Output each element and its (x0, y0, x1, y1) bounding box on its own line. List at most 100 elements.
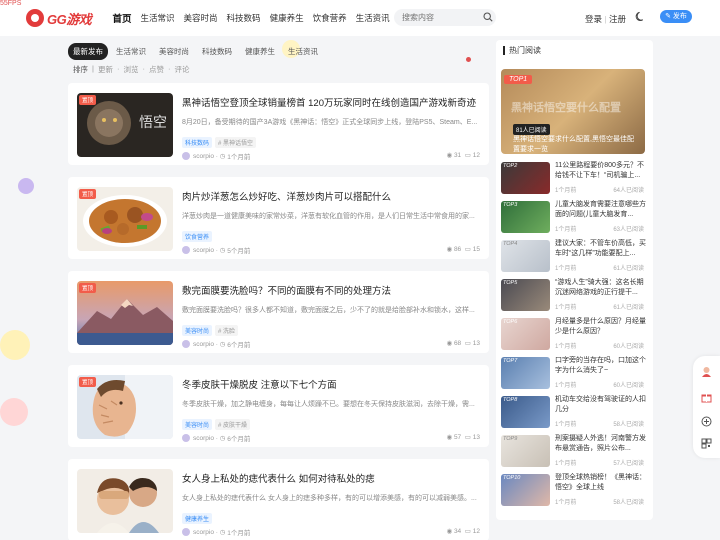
hot-item[interactable]: TOP9 刑案摄疑人外逃！河南警方发布悬赏通告，照片公布... 1个月前 57人已… (501, 434, 648, 470)
hot-title[interactable]: 儿童大脑发育需要注意哪些方面的问题(儿童大脑发育... (555, 200, 647, 220)
category-tag[interactable]: 美容时尚 (182, 419, 213, 430)
hot-item[interactable]: TOP8 机动车交给没有驾驶证的人扣几分 1个月前 58人已阅读 (501, 395, 648, 431)
hot-item[interactable]: TOP10 登顶全球热销榜！《黑神话：悟空》全球上线 1个月前 58人已阅读 (501, 473, 648, 509)
author-avatar[interactable] (182, 434, 190, 442)
auth-divider: | (604, 14, 607, 24)
nav-diet[interactable]: 饮食营养 (313, 12, 347, 24)
tab-life-tips[interactable]: 生活常识 (111, 43, 151, 60)
pinned-badge: 置顶 (79, 377, 97, 387)
hot-item[interactable]: TOP2 11公里路程要价800多元？不给钱不让下车！“司机骗上... 1个月前… (501, 161, 648, 197)
hot-title[interactable]: 11公里路程要价800多元？不给钱不让下车！“司机骗上... (555, 161, 647, 181)
article-excerpt: 8月20日，备受期待的国产3A游戏《黑神话：悟空》正式全球同步上线，登陆PS5、… (182, 119, 478, 126)
article-card[interactable]: 悟空 置顶 黑神话悟空登顶全球销量榜首 120万玩家同时在线创造国产游戏新奇迹 … (68, 83, 489, 165)
category-tag[interactable]: 科技数码 (182, 137, 213, 148)
site-logo[interactable]: GG游戏 (26, 7, 92, 29)
tab-beauty[interactable]: 美容时尚 (154, 43, 194, 60)
add-circle-icon[interactable] (701, 416, 712, 427)
author-avatar[interactable] (182, 528, 190, 536)
search-icon[interactable] (483, 12, 493, 22)
sort-comments[interactable]: 评论 (174, 64, 189, 75)
hot-title[interactable]: 刑案摄疑人外逃！河南警方发布悬赏通告，照片公布... (555, 434, 647, 454)
article-thumbnail[interactable]: 置顶 (77, 281, 173, 345)
hashtag[interactable]: # 洗脸 (215, 325, 239, 336)
hot-thumbnail[interactable]: TOP8 (501, 396, 550, 428)
qrcode-icon[interactable] (701, 438, 712, 449)
hot-thumbnail[interactable]: TOP9 (501, 435, 550, 467)
author-avatar[interactable] (182, 340, 190, 348)
hashtag[interactable]: # 皮肤干燥 (215, 419, 251, 430)
nav-tech[interactable]: 科技数码 (227, 12, 261, 24)
post-time: 6个月前 (227, 436, 251, 443)
nav-health[interactable]: 健康养生 (270, 12, 304, 24)
user-avatar-icon[interactable] (701, 366, 712, 377)
hot-item[interactable]: TOP7 口字旁的当存在吗，口加这个字为什么消失了~ 1个月前 60人已阅读 (501, 356, 648, 392)
author-name[interactable]: scorpio (193, 153, 214, 160)
gift-icon[interactable] (701, 392, 712, 403)
hot-thumbnail[interactable]: TOP7 (501, 357, 550, 389)
hot-thumbnail[interactable]: TOP10 (501, 474, 550, 506)
author-name[interactable]: scorpio (193, 341, 214, 348)
hot-meta: 1个月前 57人已阅读 (555, 458, 647, 467)
hot-title[interactable]: 口字旁的当存在吗，口加这个字为什么消失了~ (555, 356, 647, 376)
nav-news[interactable]: 生活资讯 (356, 12, 390, 24)
search-input[interactable] (394, 9, 496, 26)
register-link[interactable]: 注册 (609, 14, 626, 24)
tab-latest[interactable]: 最新发布 (68, 43, 108, 60)
clock-icon: ◷ (219, 153, 226, 160)
tab-health[interactable]: 健康养生 (240, 43, 280, 60)
article-title[interactable]: 冬季皮肤干燥脱皮 注意以下七个方面 (182, 377, 482, 391)
publish-button[interactable]: ✎ 发布 (660, 10, 692, 23)
hero-title[interactable]: 黑神话悟空要求什么配置,黑悟空最佳配置要求一览 (513, 135, 639, 154)
article-title[interactable]: 女人身上私处的痣代表什么 如何对待私处的痣 (182, 471, 482, 485)
hot-item[interactable]: TOP5 “游戏人生”骑大强：这名长期沉迷网络游戏的正行提干... 1个月前 61… (501, 278, 648, 314)
sort-update[interactable]: 更新 (98, 64, 113, 75)
article-thumbnail[interactable]: 置顶 (77, 375, 173, 439)
author-name[interactable]: scorpio (193, 247, 214, 254)
hashtag[interactable]: # 黑神话悟空 (215, 137, 257, 148)
hot-title[interactable]: “游戏人生”骑大强：这名长期沉迷网络游戏的正行提干... (555, 278, 647, 298)
hot-thumbnail[interactable]: TOP3 (501, 201, 550, 233)
article-card[interactable]: 置顶 敷完面膜要洗脸吗？不同的面膜有不同的处理方法 敷完面膜要洗脸吗？很多人都不… (68, 271, 489, 353)
svg-text:悟空: 悟空 (139, 115, 167, 131)
author-avatar[interactable] (182, 152, 190, 160)
hot-item[interactable]: TOP4 建议大家：不管车价高低，买车时“这几样”功能要配上... 1个月前 61… (501, 239, 648, 275)
hot-title[interactable]: 机动车交给没有驾驶证的人扣几分 (555, 395, 647, 415)
hot-thumbnail[interactable]: TOP5 (501, 279, 550, 311)
author-name[interactable]: scorpio (193, 435, 214, 442)
article-title[interactable]: 敷完面膜要洗脸吗？不同的面膜有不同的处理方法 (182, 283, 482, 297)
hot-title[interactable]: 月经量多是什么原因？月经量少是什么原因？ (555, 317, 647, 337)
category-tag[interactable]: 健康养生 (182, 513, 213, 524)
article-card[interactable]: 女人身上私处的痣代表什么 如何对待私处的痣 女人身上私处的痣代表什么 女人身上的… (68, 459, 489, 540)
moon-icon[interactable] (635, 11, 646, 22)
author-name[interactable]: scorpio (193, 529, 214, 536)
article-card[interactable]: 置顶 肉片炒洋葱怎么炒好吃、洋葱炒肉片可以搭配什么 洋葱炒肉是一道健康美味的家常… (68, 177, 489, 259)
sort-views[interactable]: 浏览 (123, 64, 138, 75)
article-card[interactable]: 置顶 冬季皮肤干燥脱皮 注意以下七个方面 冬季皮肤干燥，加之静电缠身，每每让人烦… (68, 365, 489, 447)
tab-tech[interactable]: 科技数码 (197, 43, 237, 60)
category-tag[interactable]: 饮食营养 (182, 231, 213, 242)
rank-badge: TOP10 (503, 475, 521, 481)
hot-title[interactable]: 登顶全球热销榜！《黑神话：悟空》全球上线 (555, 473, 647, 493)
sort-likes[interactable]: 点赞 (149, 64, 164, 75)
article-thumbnail[interactable]: 置顶 (77, 187, 173, 251)
login-link[interactable]: 登录 (585, 14, 602, 24)
hot-item[interactable]: TOP3 儿童大脑发育需要注意哪些方面的问题(儿童大脑发育... 1个月前 63人… (501, 200, 648, 236)
nav-home[interactable]: 首页 (113, 11, 132, 25)
hot-hero-card[interactable]: 黑神话悟空要什么配置 TOP1 81人已阅读 黑神话悟空要求什么配置,黑悟空最佳… (501, 69, 645, 154)
tab-news[interactable]: 生活资讯 (283, 43, 323, 60)
hot-thumbnail[interactable]: TOP4 (501, 240, 550, 272)
nav-life-tips[interactable]: 生活常识 (141, 12, 175, 24)
author-avatar[interactable] (182, 246, 190, 254)
post-time: 1个月前 (227, 530, 251, 537)
hot-item[interactable]: TOP6 月经量多是什么原因？月经量少是什么原因？ 1个月前 60人已阅读 (501, 317, 648, 353)
hot-title[interactable]: 建议大家：不管车价高低，买车时“这几样”功能要配上... (555, 239, 647, 259)
article-thumbnail[interactable] (77, 469, 173, 533)
hot-thumbnail[interactable]: TOP6 (501, 318, 550, 350)
read-count: 63人已阅读 (613, 227, 644, 233)
hot-thumbnail[interactable]: TOP2 (501, 162, 550, 194)
article-title[interactable]: 肉片炒洋葱怎么炒好吃、洋葱炒肉片可以搭配什么 (182, 189, 482, 203)
article-thumbnail[interactable]: 悟空 置顶 (77, 93, 173, 157)
article-title[interactable]: 黑神话悟空登顶全球销量榜首 120万玩家同时在线创造国产游戏新奇迹 (182, 95, 482, 109)
category-tag[interactable]: 美容时尚 (182, 325, 213, 336)
nav-beauty[interactable]: 美容时尚 (184, 12, 218, 24)
